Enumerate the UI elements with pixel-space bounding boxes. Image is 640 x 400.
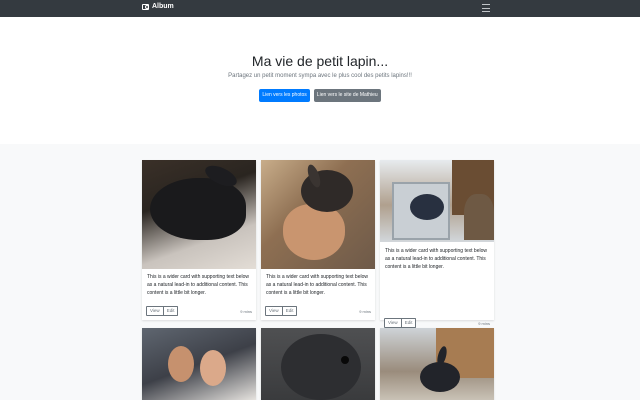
edit-button[interactable]: Edit: [401, 318, 417, 328]
brand-link[interactable]: Album: [142, 3, 174, 10]
page-title: Ma vie de petit lapin...: [251, 53, 389, 69]
album-card: This is a wider card with supporting tex…: [380, 160, 494, 328]
card-text: This is a wider card with supporting tex…: [266, 274, 368, 296]
card-actions: View Edit: [146, 306, 179, 316]
edit-button[interactable]: Edit: [163, 306, 179, 316]
photos-link-button[interactable]: Lien vers les photos: [259, 89, 310, 102]
card-actions: View Edit: [384, 318, 417, 328]
hero-lead: Partagez un petit moment sympa avec le p…: [228, 73, 412, 79]
album-card: This is a wider card with supporting tex…: [142, 160, 256, 320]
album-section: This is a wider card with supporting tex…: [0, 144, 640, 400]
card-photo: [261, 160, 375, 269]
camera-icon: [142, 3, 149, 10]
card-text: This is a wider card with supporting tex…: [147, 274, 249, 296]
mathieu-site-link-button[interactable]: Lien vers le site de Mathieu: [313, 89, 381, 102]
menu-toggle-button[interactable]: [482, 4, 490, 12]
album-card: [261, 328, 375, 400]
card-photo: [380, 328, 494, 400]
card-actions: View Edit: [265, 306, 298, 316]
view-button[interactable]: View: [146, 306, 164, 316]
card-timestamp: 9 mins: [240, 309, 252, 314]
view-button[interactable]: View: [384, 318, 402, 328]
card-photo: [380, 160, 494, 242]
card-photo: [142, 160, 256, 269]
hero-buttons: Lien vers les photos Lien vers le site d…: [0, 89, 640, 102]
album-card: [380, 328, 494, 400]
hero-section: Ma vie de petit lapin... Partagez un pet…: [0, 17, 640, 144]
card-photo: [261, 328, 375, 400]
view-button[interactable]: View: [265, 306, 283, 316]
card-photo: [142, 328, 256, 400]
album-card: This is a wider card with supporting tex…: [261, 160, 375, 320]
menu-icon: [482, 4, 490, 5]
card-timestamp: 9 mins: [359, 309, 371, 314]
album-card: [142, 328, 256, 400]
navbar: Album: [0, 0, 640, 17]
card-text: This is a wider card with supporting tex…: [385, 248, 487, 270]
edit-button[interactable]: Edit: [282, 306, 298, 316]
brand-label: Album: [152, 3, 174, 10]
card-timestamp: 9 mins: [478, 321, 490, 326]
